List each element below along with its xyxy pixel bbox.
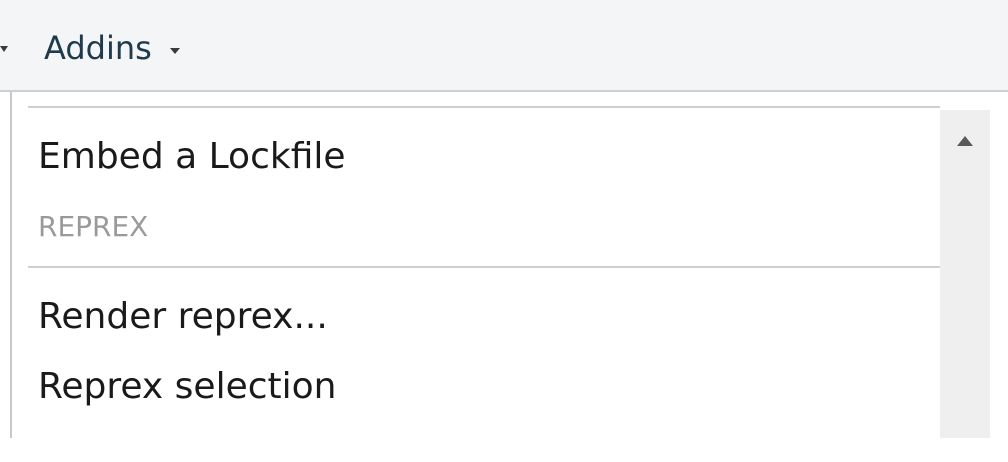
toolbar: Addins	[0, 0, 1008, 92]
menu-item-embed-lockfile[interactable]: Embed a Lockfile	[38, 136, 346, 177]
addins-dropdown: Embed a Lockfile REPREX Render reprex...…	[10, 92, 1008, 462]
menu-item-reprex-selection[interactable]: Reprex selection	[38, 366, 336, 407]
chevron-up-icon[interactable]	[957, 136, 973, 146]
menu-divider	[28, 266, 940, 268]
section-header-reprex: REPREX	[38, 210, 149, 243]
menu-divider	[28, 106, 940, 108]
dropdown-scrollbar[interactable]	[940, 110, 990, 438]
chevron-down-icon	[169, 48, 180, 54]
addins-label: Addins	[44, 29, 152, 67]
chevron-down-icon[interactable]	[0, 46, 8, 52]
menu-item-render-reprex[interactable]: Render reprex...	[38, 296, 328, 337]
addins-menu-button[interactable]: Addins	[44, 28, 180, 68]
bottom-edge	[0, 438, 1008, 462]
